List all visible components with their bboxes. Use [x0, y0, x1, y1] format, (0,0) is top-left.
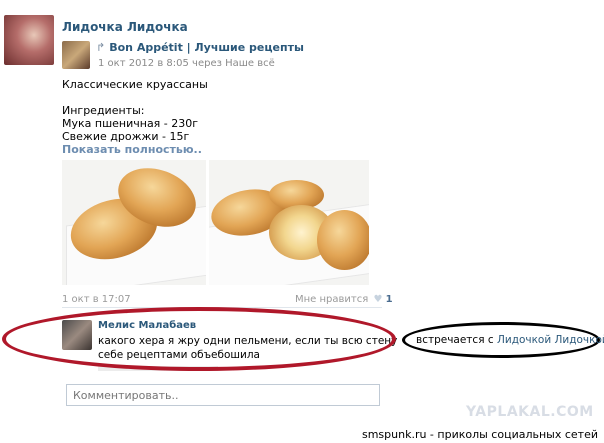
- heart-icon: ♥: [373, 294, 383, 305]
- red-highlight-oval: [2, 307, 396, 371]
- post-text-line: [62, 91, 208, 104]
- post-text-line: Свежие дрожжи - 15г: [62, 130, 190, 143]
- comment-input-box[interactable]: [66, 384, 380, 406]
- like-label: Мне нравится: [295, 294, 369, 305]
- post-date[interactable]: 1 окт в 17:07: [62, 294, 131, 305]
- post-author-link[interactable]: Лидочка Лидочка: [62, 20, 188, 34]
- post-text-line: Классические круассаны: [62, 78, 208, 91]
- relationship-prefix: встречается с: [416, 334, 497, 346]
- repost-source-avatar[interactable]: [62, 41, 90, 69]
- repost-meta: 1 окт 2012 в 8:05 через Наше всё: [98, 58, 275, 69]
- repost-arrow-icon: ↱: [96, 41, 106, 54]
- relationship-status: встречается с Лидочкой Лидочкой: [416, 334, 604, 346]
- like-button[interactable]: Мне нравится ♥ 1: [295, 294, 393, 305]
- post-photo-1[interactable]: [62, 160, 206, 285]
- post-text: Классические круассаны Ингредиенты: Мука…: [62, 78, 208, 143]
- croissant: [317, 210, 369, 270]
- repost-source-link[interactable]: Bon Appétit | Лучшие рецепты: [109, 41, 304, 54]
- screenshot-frame: Лидочка Лидочка ↱ Bon Appétit | Лучшие ре…: [0, 0, 604, 443]
- repost-source[interactable]: ↱ Bon Appétit | Лучшие рецепты: [96, 41, 304, 54]
- post-text-line: Ингредиенты:: [62, 104, 145, 117]
- show-more-link[interactable]: Показать полностью..: [62, 143, 202, 156]
- yaplakal-logo: YAPLAKAL.COM: [466, 404, 594, 420]
- relationship-partner-link[interactable]: Лидочкой Лидочкой: [497, 334, 604, 346]
- author-avatar[interactable]: [4, 15, 54, 65]
- like-count: 1: [385, 294, 393, 305]
- footer-caption: smspunk.ru - приколы социальных сетей: [361, 428, 598, 441]
- post-photo-2[interactable]: [209, 160, 369, 285]
- post-text-line: Мука пшеничная - 230г: [62, 117, 199, 130]
- comment-input[interactable]: [67, 385, 379, 405]
